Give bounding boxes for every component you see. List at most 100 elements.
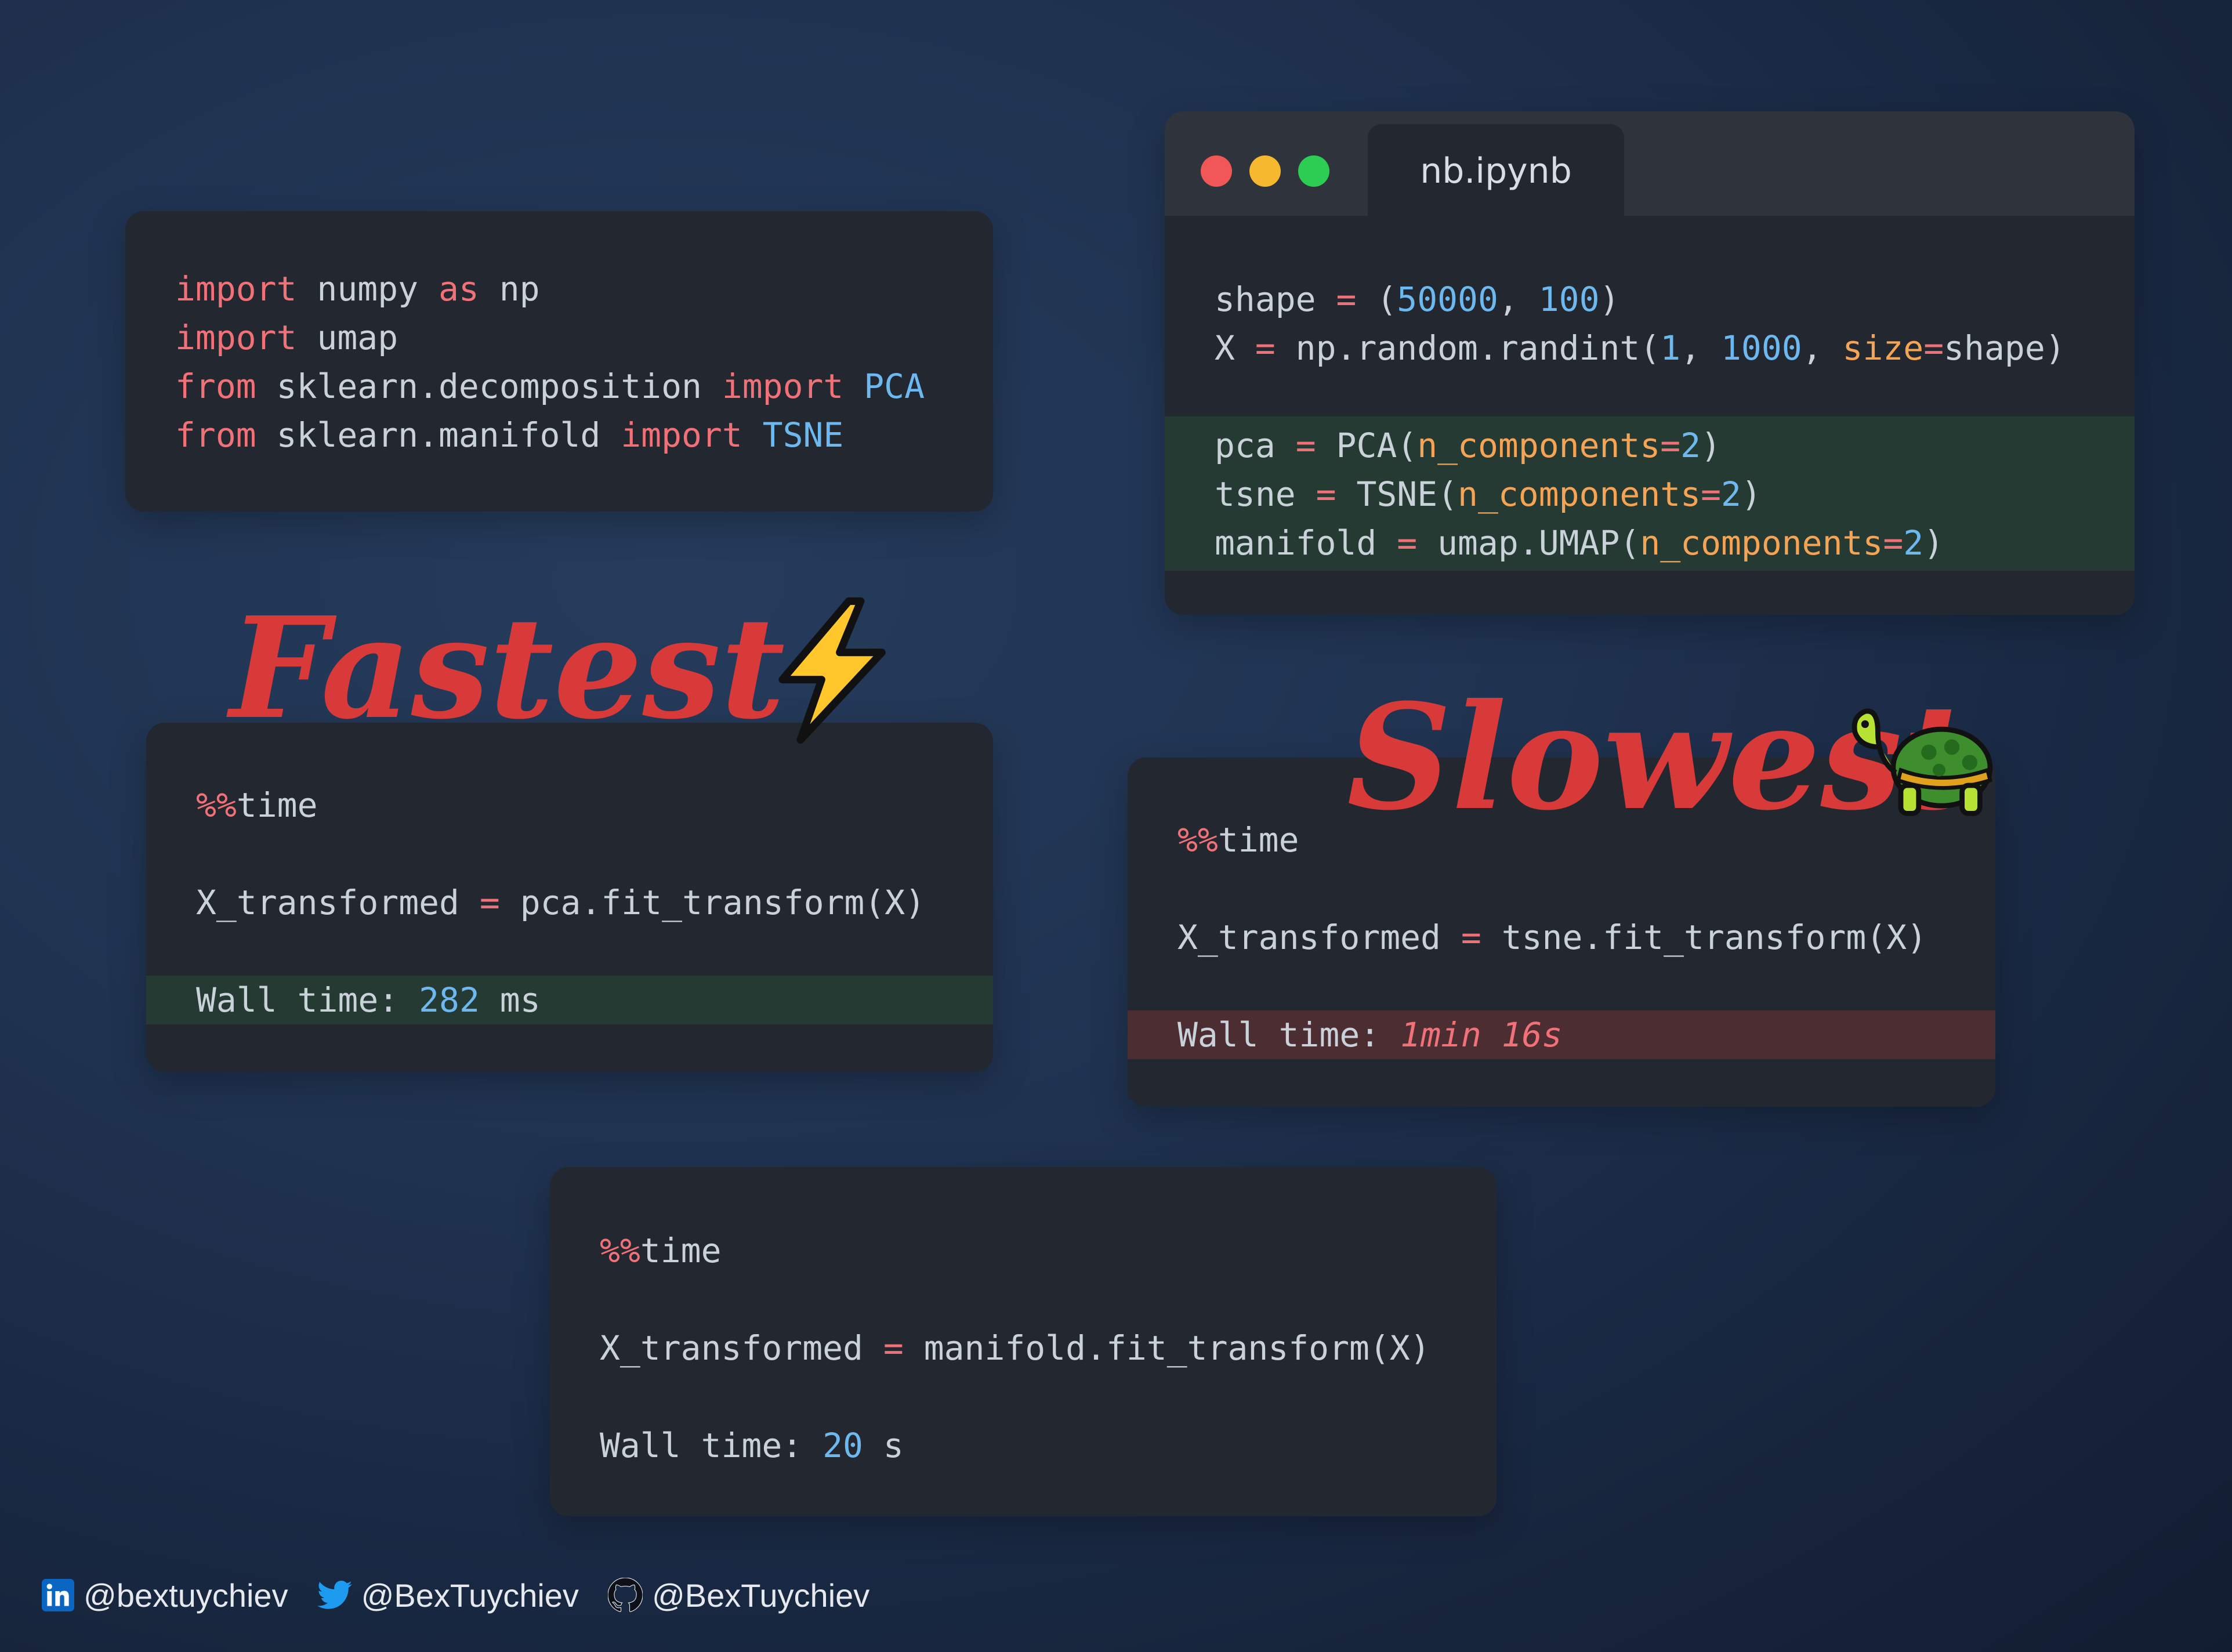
code-token: ) bbox=[1599, 280, 1620, 319]
code-token: = bbox=[1701, 474, 1721, 514]
code-token: = bbox=[479, 883, 500, 922]
twitter-text: @BexTuychiev bbox=[361, 1577, 579, 1614]
linkedin-handle[interactable]: @bextuychiev bbox=[42, 1577, 288, 1614]
linkedin-text: @bextuychiev bbox=[84, 1577, 288, 1614]
code-token: Wall time: bbox=[600, 1426, 823, 1465]
code-token: %% bbox=[196, 785, 237, 825]
code-token: n_components bbox=[1458, 474, 1701, 514]
maximize-dot[interactable] bbox=[1298, 155, 1329, 187]
code-token: 1000 bbox=[1721, 328, 1802, 368]
tab-notebook[interactable]: nb.ipynb bbox=[1368, 124, 1624, 217]
code-token: np bbox=[479, 269, 540, 309]
code-token: ms bbox=[479, 980, 541, 1020]
code-token: time bbox=[1218, 820, 1299, 860]
code-token: = bbox=[1461, 918, 1481, 957]
code-token: TSNE( bbox=[1336, 474, 1458, 514]
code-token: sklearn.decomposition bbox=[256, 367, 722, 406]
code-token: pca bbox=[1215, 426, 1296, 465]
github-handle[interactable]: @BexTuychiev bbox=[607, 1577, 870, 1614]
code-token: s bbox=[863, 1426, 904, 1465]
code-token: ) bbox=[1923, 523, 1944, 563]
code-token: sklearn.manifold bbox=[256, 415, 621, 455]
code-token: = bbox=[1660, 426, 1681, 465]
pca-timing-card: %%time X_transformed = pca.fit_transform… bbox=[146, 723, 993, 1072]
code-line: X_transformed = manifold.fit_transform(X… bbox=[550, 1324, 1497, 1372]
code-token: from bbox=[175, 415, 256, 455]
code-token: import bbox=[175, 269, 297, 309]
code-token: X_transformed bbox=[600, 1328, 883, 1368]
code-line-highlighted: tsne = TSNE(n_components=2) bbox=[1165, 470, 2135, 519]
code-token: ( bbox=[1356, 280, 1397, 319]
code-token: 2 bbox=[1721, 474, 1741, 514]
code-line: shape = (50000, 100) bbox=[1165, 275, 2135, 324]
fastest-text: Fastest bbox=[230, 586, 785, 750]
code-token: , bbox=[1802, 328, 1843, 368]
code-token: TSNE bbox=[762, 415, 844, 455]
code-token: = bbox=[1336, 280, 1357, 319]
code-token: Wall time: bbox=[196, 980, 419, 1020]
code-line: %%time bbox=[550, 1226, 1497, 1275]
code-token: shape) bbox=[1944, 328, 2066, 368]
code-token: umap bbox=[296, 318, 398, 357]
code-line-highlighted: manifold = umap.UMAP(n_components=2) bbox=[1165, 519, 2135, 567]
code-line: from sklearn.manifold import TSNE bbox=[125, 411, 993, 459]
code-token: = bbox=[1923, 328, 1944, 368]
twitter-icon bbox=[317, 1581, 352, 1609]
github-text: @BexTuychiev bbox=[651, 1577, 870, 1614]
code-token: X_transformed bbox=[196, 883, 480, 922]
code-token: from bbox=[175, 367, 256, 406]
code-token: tsne.fit_transform(X) bbox=[1481, 918, 1927, 957]
social-footer: @bextuychiev @BexTuychiev @BexTuychiev bbox=[42, 1572, 898, 1618]
code-token: X_transformed bbox=[1177, 918, 1461, 957]
code-token: , bbox=[1498, 280, 1539, 319]
code-token: import bbox=[722, 367, 844, 406]
code-token: time bbox=[236, 785, 318, 825]
wall-time-output: Wall time: 20 s bbox=[550, 1421, 1497, 1470]
code-token: 1 bbox=[1660, 328, 1681, 368]
close-dot[interactable] bbox=[1201, 155, 1232, 187]
code-token: = bbox=[883, 1328, 904, 1368]
code-token: numpy bbox=[296, 269, 439, 309]
code-token: = bbox=[1397, 523, 1418, 563]
code-token: tsne bbox=[1215, 474, 1316, 514]
highlight-band-bottom bbox=[1165, 567, 2135, 571]
notebook-window: nb.ipynb shape = (50000, 100) X = np.ran… bbox=[1165, 111, 2135, 615]
code-token: import bbox=[621, 415, 742, 455]
code-token: pca.fit_transform(X) bbox=[499, 883, 926, 922]
code-token: n_components bbox=[1417, 426, 1661, 465]
code-token: X bbox=[1215, 328, 1255, 368]
code-token: ) bbox=[1741, 474, 1762, 514]
code-line-highlighted: pca = PCA(n_components=2) bbox=[1165, 421, 2135, 470]
fastest-label: Fastest bbox=[230, 593, 785, 744]
code-token: as bbox=[438, 269, 479, 309]
code-token: = bbox=[1295, 426, 1316, 465]
code-token: 2 bbox=[1903, 523, 1924, 563]
code-token: umap.UMAP( bbox=[1417, 523, 1640, 563]
code-token: shape bbox=[1215, 280, 1336, 319]
code-line: from sklearn.decomposition import PCA bbox=[125, 362, 993, 411]
code-token: 282 bbox=[419, 980, 480, 1020]
code-token: time bbox=[640, 1231, 722, 1270]
code-token: 50000 bbox=[1397, 280, 1498, 319]
code-token: size bbox=[1842, 328, 1924, 368]
code-token: 100 bbox=[1538, 280, 1600, 319]
twitter-handle[interactable]: @BexTuychiev bbox=[317, 1577, 579, 1614]
minimize-dot[interactable] bbox=[1249, 155, 1281, 187]
code-token: manifold.fit_transform(X) bbox=[903, 1328, 1430, 1368]
turtle-icon bbox=[1851, 708, 1993, 816]
code-token: %% bbox=[600, 1231, 640, 1270]
code-token: manifold bbox=[1215, 523, 1397, 563]
code-line: X_transformed = pca.fit_transform(X) bbox=[146, 878, 993, 927]
code-token: PCA( bbox=[1316, 426, 1418, 465]
wall-time-output: Wall time: 282 ms bbox=[146, 976, 993, 1024]
code-line: import numpy as np bbox=[125, 265, 993, 313]
code-token: %% bbox=[1177, 820, 1218, 860]
code-line: %%time bbox=[146, 781, 993, 829]
linkedin-icon bbox=[42, 1579, 74, 1611]
lightning-icon bbox=[778, 597, 886, 744]
code-token: Wall time: bbox=[1177, 1015, 1401, 1055]
code-token: , bbox=[1680, 328, 1721, 368]
code-token: np.random.randint( bbox=[1275, 328, 1661, 368]
code-token: PCA bbox=[864, 367, 925, 406]
